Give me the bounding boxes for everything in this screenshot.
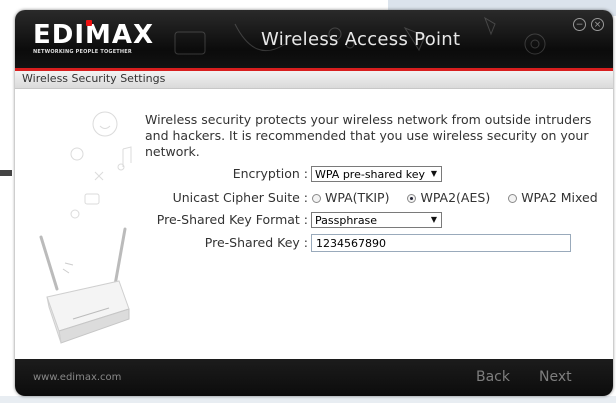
- background-window-edge: [0, 170, 12, 176]
- cipher-option-tkip[interactable]: WPA(TKIP): [312, 190, 389, 205]
- breadcrumb-label: Wireless Security Settings: [22, 72, 166, 85]
- key-format-value: Passphrase: [315, 214, 378, 227]
- footer-url: www.edimax.com: [33, 372, 122, 383]
- cipher-option-label: WPA(TKIP): [325, 190, 390, 205]
- setup-wizard-window: EDIMAX NETWORKING PEOPLE TOGETHER Wirele…: [15, 10, 613, 396]
- window-title: Wireless Access Point: [261, 29, 461, 50]
- intro-text: Wireless security protects your wireless…: [145, 112, 592, 159]
- key-format-select[interactable]: Passphrase ▼: [311, 212, 442, 228]
- main-content: Wireless security protects your wireless…: [15, 89, 613, 359]
- encryption-label: Encryption :: [232, 166, 308, 181]
- chevron-down-icon: ▼: [430, 215, 437, 224]
- encryption-select[interactable]: WPA pre-shared key ▼: [311, 166, 442, 182]
- radio-unselected-icon[interactable]: [312, 194, 321, 203]
- chevron-down-icon: ▼: [430, 169, 437, 178]
- back-button[interactable]: Back: [476, 369, 510, 385]
- radio-selected-icon[interactable]: [407, 194, 417, 203]
- cipher-option-label: WPA2(AES): [420, 190, 491, 205]
- cipher-option-label: WPA2 Mixed: [521, 190, 598, 205]
- logo-wordmark: EDIMAX: [33, 20, 155, 50]
- key-label: Pre-Shared Key :: [204, 235, 308, 250]
- access-point-device-icon: [39, 227, 130, 344]
- next-button[interactable]: Next: [539, 369, 572, 385]
- pre-shared-key-value: 1234567890: [316, 237, 386, 250]
- radio-unselected-icon[interactable]: [508, 194, 518, 203]
- cipher-option-mixed[interactable]: WPA2 Mixed: [508, 190, 598, 205]
- close-icon[interactable]: ×: [591, 18, 604, 31]
- breadcrumb: Wireless Security Settings: [15, 71, 613, 89]
- minimize-icon[interactable]: −: [573, 18, 586, 31]
- edimax-logo: EDIMAX NETWORKING PEOPLE TOGETHER: [33, 20, 163, 56]
- pre-shared-key-input[interactable]: 1234567890: [311, 234, 571, 252]
- cipher-radio-group: WPA(TKIP) WPA2(AES) WPA2 Mixed: [312, 190, 598, 205]
- cipher-option-aes[interactable]: WPA2(AES): [407, 190, 490, 205]
- logo-dot: [86, 20, 92, 26]
- title-bar[interactable]: EDIMAX NETWORKING PEOPLE TOGETHER Wirele…: [15, 10, 613, 68]
- key-format-label: Pre-Shared Key Format :: [156, 212, 308, 227]
- encryption-value: WPA pre-shared key: [315, 168, 426, 181]
- background-window-bottom: [0, 396, 616, 403]
- doodle-decoration-icon: [70, 111, 132, 219]
- footer-bar: www.edimax.com Back Next: [15, 359, 613, 396]
- cipher-label: Unicast Cipher Suite :: [172, 190, 308, 205]
